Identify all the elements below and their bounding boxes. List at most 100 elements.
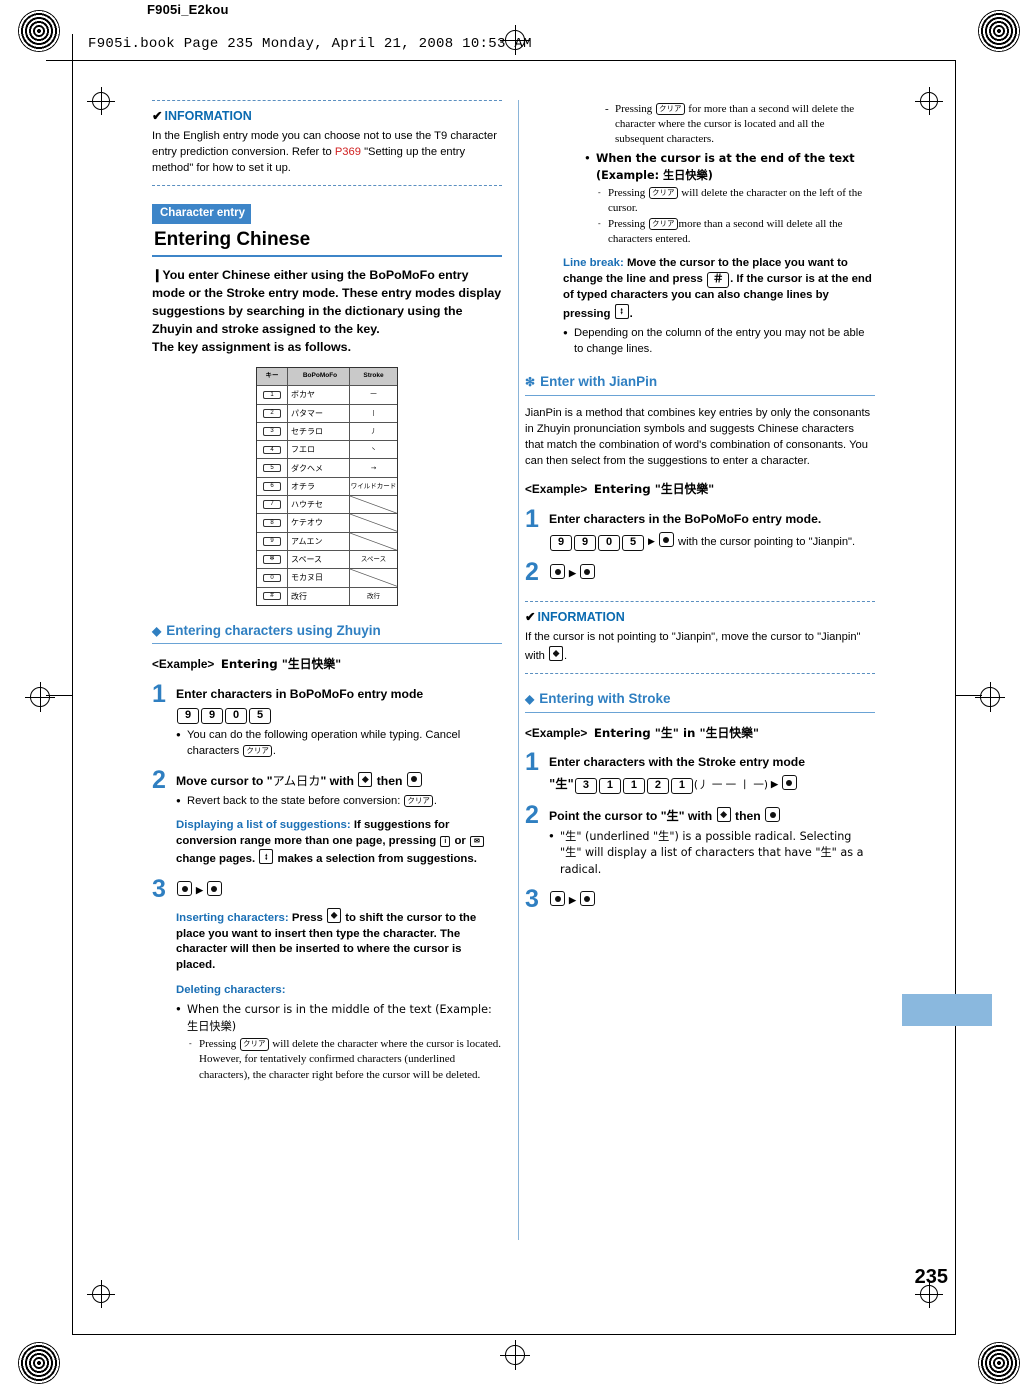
bullet-text: Revert back to the state before conversi…: [187, 794, 404, 807]
step-number: 2: [525, 558, 539, 587]
clear-key[interactable]: クリア: [404, 794, 433, 807]
note-suggestions: Displaying a list of suggestions: If sug…: [176, 818, 502, 868]
sub-text-a: Pressing: [199, 1038, 240, 1051]
num-key[interactable]: 9: [574, 535, 596, 552]
num-key[interactable]: 5: [622, 535, 644, 552]
select-key-icon[interactable]: [579, 564, 595, 580]
sub-text-a: Pressing: [608, 187, 649, 200]
arrow-right-icon: ▶: [770, 779, 778, 790]
arrow-right-icon: ▶: [569, 895, 576, 906]
step-title: Enter characters with the Stroke entry m…: [549, 754, 806, 769]
clear-key[interactable]: クリア: [649, 218, 678, 231]
select-key-icon[interactable]: [781, 775, 797, 791]
table-row: 0 モカヌ日: [257, 569, 397, 588]
example-label-1: <Example> Entering "生日快樂": [152, 656, 502, 672]
heading-zhuyin-rule: [152, 643, 502, 645]
select-key-icon[interactable]: [658, 532, 674, 548]
section-tag-wrap: Character entry: [152, 203, 502, 224]
nav-key-icon[interactable]: [259, 849, 274, 865]
registration-mark-bottom: [500, 1340, 530, 1370]
note-insert: Inserting characters: Press to shift the…: [176, 907, 502, 974]
step-title-b: " with: [320, 773, 358, 788]
nav-key-icon[interactable]: [549, 645, 564, 661]
num-key[interactable]: 0: [598, 535, 620, 552]
note-text-2: or: [451, 834, 470, 847]
sub-text-c: However, for tentatively confirmed chara…: [199, 1053, 481, 1081]
cell-stroke: ワイルドカード: [350, 481, 397, 490]
key-glyph: 9: [263, 536, 281, 546]
page-ref-link[interactable]: P369: [335, 146, 361, 158]
information-body-2: If the cursor is not pointing to "Jianpi…: [525, 630, 875, 665]
num-key[interactable]: 2: [646, 778, 669, 795]
example-text: Entering "生日快樂": [220, 657, 342, 672]
step-2: 2 Move cursor to "アム日カ" with then Revert…: [152, 767, 502, 868]
step-content: ▶: [549, 888, 875, 912]
column-divider: [518, 100, 519, 1240]
clear-key[interactable]: クリア: [243, 744, 272, 757]
cell-stroke: 丨: [370, 408, 377, 417]
header-bopomofo: BoPoMoFo: [288, 367, 350, 386]
step-after-text: with the cursor pointing to "Jianpin".: [674, 536, 856, 549]
cell-key: 8: [257, 514, 288, 532]
cell-key: ✻: [257, 550, 288, 569]
note-delete: Deleting characters: When the cursor is …: [176, 983, 502, 1083]
num-key[interactable]: 3: [574, 778, 597, 795]
num-key[interactable]: 9: [201, 708, 223, 725]
crop-line-mid-left: [46, 695, 72, 696]
stroke-step-1: 1 Enter characters with the Stroke entry…: [525, 749, 875, 795]
step-content: Point the cursor to "生" with then "生" (u…: [549, 804, 875, 878]
select-key-icon[interactable]: [765, 807, 781, 823]
cell-bopomofo: ケテオウ: [288, 514, 350, 532]
i-key[interactable]: i: [440, 835, 451, 848]
clear-key[interactable]: クリア: [656, 103, 685, 116]
step-keys: 9 9 0 5 ▶ with the cursor pointing to "Jianp…: [549, 532, 875, 552]
list-item: When the cursor is in the middle of the …: [176, 1002, 502, 1082]
list-item: "生" (underlined "生") is a possible radic…: [549, 829, 875, 878]
nav-key-icon[interactable]: [614, 303, 629, 319]
select-key-icon[interactable]: [550, 564, 565, 580]
list-item: When the cursor is at the end of the tex…: [585, 151, 875, 247]
info2-text-b: .: [564, 649, 568, 662]
num-key[interactable]: 1: [670, 778, 693, 795]
step-content: ▶: [549, 561, 875, 585]
select-key-icon[interactable]: [206, 881, 222, 897]
list-item: You can do the following operation while…: [176, 728, 502, 759]
select-key-icon[interactable]: [550, 891, 565, 907]
stroke-sequence: (丿 一 一 丨 一): [693, 779, 768, 792]
hash-key[interactable]: ＃: [707, 272, 730, 288]
cell-bopomofo: アムエン: [288, 532, 350, 550]
information-title: INFORMATION: [537, 609, 625, 624]
nav-key-icon[interactable]: [358, 771, 373, 787]
step-content: ▶ Inserting characters: Press to shift t…: [176, 878, 502, 1082]
select-key-icon[interactable]: [406, 771, 422, 787]
step-title-cjk: アム日カ: [272, 773, 321, 788]
select-key-icon[interactable]: [177, 881, 192, 897]
nav-key-icon[interactable]: [716, 807, 731, 823]
num-key[interactable]: 9: [550, 535, 572, 552]
information-title: INFORMATION: [164, 109, 252, 123]
list-item: Depending on the column of the entry you…: [563, 326, 875, 357]
clear-key[interactable]: クリア: [649, 187, 678, 200]
halftone-circle-top-left: [18, 10, 60, 52]
clear-key[interactable]: クリア: [240, 1038, 269, 1051]
list-item: Revert back to the state before conversi…: [176, 794, 502, 809]
num-key[interactable]: 1: [622, 778, 645, 795]
mail-key[interactable]: ✉: [470, 835, 484, 848]
key-glyph: ＃: [263, 591, 281, 601]
key-glyph: 7: [263, 500, 281, 509]
select-key-icon[interactable]: [579, 891, 595, 907]
info-divider-bottom: [152, 184, 502, 186]
num-key[interactable]: 5: [249, 708, 271, 725]
step-title: Enter characters in the BoPoMoFo entry m…: [549, 511, 822, 526]
step-keys: 9905: [176, 706, 502, 725]
line-break-bullets: Depending on the column of the entry you…: [563, 326, 875, 357]
num-key[interactable]: 1: [598, 778, 621, 795]
num-key[interactable]: 0: [225, 708, 247, 725]
num-key[interactable]: 9: [177, 708, 199, 725]
table-row: 2 パタマー 丨: [257, 404, 397, 423]
step-content: Enter characters with the Stroke entry m…: [549, 751, 875, 795]
nav-key-icon[interactable]: [327, 907, 342, 923]
stroke-char: "生": [549, 777, 574, 792]
section-tag: Character entry: [152, 203, 252, 224]
arrow-right-icon: ▶: [648, 536, 655, 547]
